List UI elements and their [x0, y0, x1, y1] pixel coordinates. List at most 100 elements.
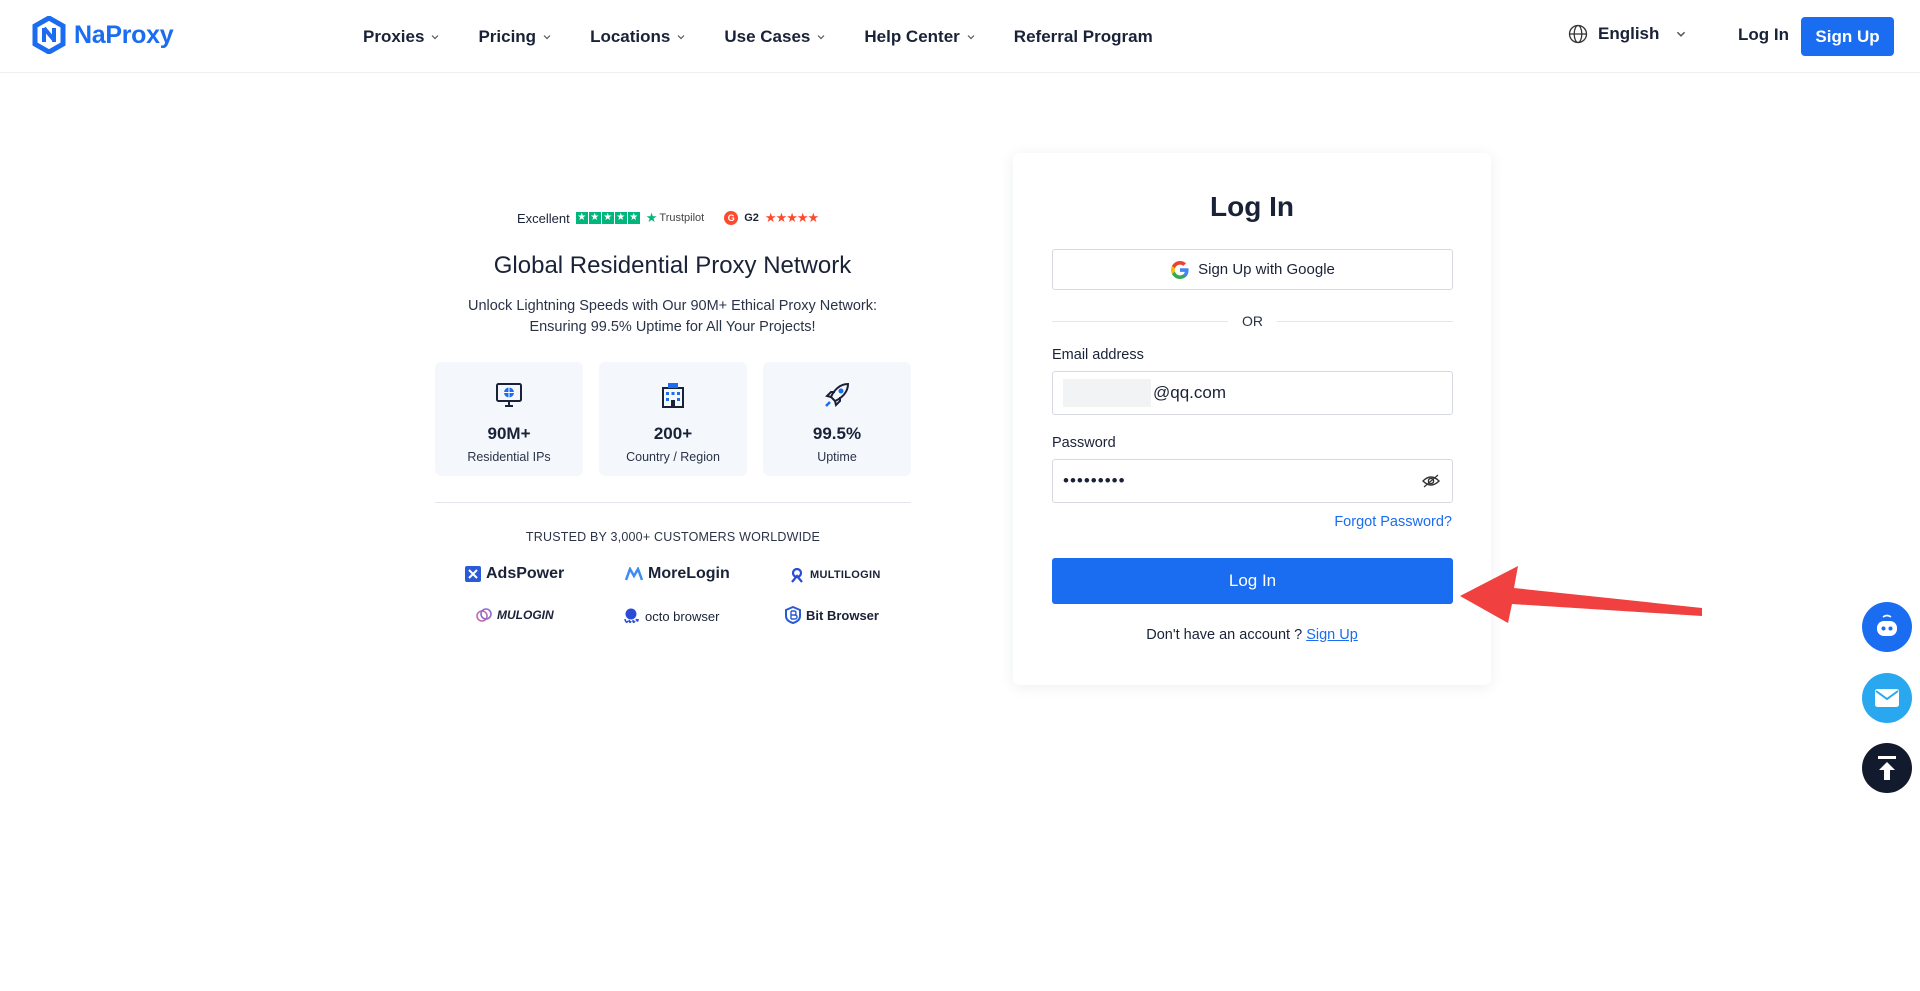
- chevron-down-icon: [432, 34, 439, 39]
- naproxy-logo-icon: [32, 16, 66, 54]
- partner-name: octo browser: [645, 608, 720, 624]
- stat-label: Country / Region: [626, 450, 720, 464]
- forgot-password-link[interactable]: Forgot Password?: [1334, 514, 1452, 530]
- stat-label: Residential IPs: [467, 450, 551, 464]
- email-label: Email address: [1052, 347, 1144, 363]
- nav-label: Pricing: [478, 26, 537, 46]
- partner-name: MoreLogin: [648, 565, 730, 582]
- nav-label: Locations: [590, 26, 671, 46]
- promo-subtitle: Unlock Lightning Speeds with Our 90M+ Et…: [435, 296, 910, 338]
- chevron-down-icon: [1677, 31, 1686, 37]
- ratings-bar: Excellent ★ ★ ★ ★ ★ ★ Trustpilot G G2 ★★…: [517, 210, 819, 226]
- chatbot-button[interactable]: [1862, 602, 1912, 652]
- multilogin-logo-icon: [791, 567, 803, 583]
- partner-logo-octo-browser: octo browser: [622, 607, 719, 625]
- star-icon: ★: [575, 212, 588, 224]
- no-account-text: Don't have an account ?: [1146, 627, 1303, 643]
- header-signup-button[interactable]: Sign Up: [1801, 17, 1894, 56]
- password-input[interactable]: •••••••••: [1052, 459, 1453, 503]
- partner-name: MULOGIN: [497, 608, 554, 622]
- top-header: NaProxy Proxies Pricing Locations Use Ca…: [0, 0, 1920, 73]
- building-icon: [662, 383, 684, 408]
- separator-line: [1052, 320, 1228, 322]
- stat-value: 90M+: [487, 424, 531, 443]
- annotation-arrow-icon: [1460, 566, 1702, 623]
- monitor-globe-icon: [496, 383, 522, 407]
- morelogin-logo-icon: [625, 567, 643, 581]
- nav-label: Help Center: [864, 26, 960, 46]
- partner-name: MULTILOGIN: [810, 569, 881, 581]
- trustpilot-brand-label: Trustpilot: [659, 212, 705, 224]
- nav-label: Referral Program: [1013, 26, 1153, 46]
- globe-icon: [1568, 24, 1588, 44]
- star-icon: ★: [601, 212, 614, 224]
- password-value: •••••••••: [1063, 471, 1126, 490]
- g2-stars: ★★★★★: [764, 210, 819, 225]
- no-account-row: Don't have an account ? Sign Up: [1013, 627, 1491, 643]
- trustpilot-rating-word: Excellent: [517, 210, 570, 226]
- google-signup-label: Sign Up with Google: [1198, 261, 1335, 278]
- trusted-by-text: TRUSTED BY 3,000+ CUSTOMERS WORLDWIDE: [525, 530, 821, 544]
- adspower-logo-icon: [465, 566, 481, 582]
- chevron-down-icon: [967, 34, 975, 39]
- partner-logo-mulogin: MULOGIN: [476, 607, 554, 623]
- or-text: OR: [1242, 313, 1263, 329]
- promo-subtitle-line: Ensuring 99.5% Uptime for All Your Proje…: [529, 319, 816, 335]
- nav-label: Use Cases: [724, 26, 811, 46]
- show-password-eye-icon[interactable]: [1422, 473, 1440, 489]
- google-signup-button[interactable]: Sign Up with Google: [1052, 249, 1453, 290]
- trustpilot-brand: ★ Trustpilot: [646, 210, 704, 226]
- stat-label: Uptime: [817, 450, 857, 464]
- g2-logo-icon: G: [724, 211, 739, 225]
- stat-value: 200+: [653, 424, 693, 443]
- g2-label: G2: [744, 212, 759, 224]
- back-to-top-button[interactable]: [1862, 743, 1912, 793]
- email-input[interactable]: @qq.com: [1052, 371, 1453, 415]
- rocket-icon: [825, 382, 850, 407]
- arrow-up-icon: [1878, 756, 1896, 780]
- google-logo-icon: [1171, 260, 1189, 279]
- chevron-down-icon: [543, 34, 551, 39]
- login-submit-button[interactable]: Log In: [1052, 558, 1453, 604]
- bit-browser-logo-icon: [785, 606, 801, 624]
- brand-logo[interactable]: NaProxy: [32, 16, 174, 54]
- login-title: Log In: [1210, 191, 1294, 222]
- separator-line: [1277, 320, 1453, 322]
- nav-use-cases[interactable]: Use Cases: [724, 27, 826, 47]
- promo-subtitle-line: Unlock Lightning Speeds with Our 90M+ Et…: [467, 298, 877, 314]
- star-icon: ★: [588, 212, 601, 224]
- nav-locations[interactable]: Locations: [590, 27, 686, 47]
- star-icon: ★: [614, 212, 627, 224]
- mulogin-logo-icon: [476, 608, 492, 622]
- chevron-down-icon: [817, 34, 825, 39]
- password-label: Password: [1052, 435, 1116, 451]
- robot-icon: [1877, 614, 1897, 636]
- language-selector[interactable]: English: [1568, 24, 1687, 44]
- email-value: @qq.com: [1153, 383, 1227, 402]
- login-card: Log In Sign Up with Google OR Email addr…: [1013, 153, 1491, 685]
- chevron-down-icon: [677, 34, 685, 39]
- partner-logo-morelogin: MoreLogin: [625, 565, 730, 583]
- nav-referral-program[interactable]: Referral Program: [1014, 27, 1153, 47]
- signup-link[interactable]: Sign Up: [1306, 627, 1358, 643]
- nav-label: Proxies: [363, 26, 425, 46]
- stat-card-residential-ips: 90M+ Residential IPs: [435, 362, 583, 476]
- partner-logo-multilogin: MULTILOGIN: [789, 567, 881, 583]
- brand-name: NaProxy: [74, 20, 174, 49]
- stat-card-uptime: 99.5% Uptime: [763, 362, 911, 476]
- octo-browser-logo-icon: [624, 608, 639, 624]
- partner-logo-bit-browser: Bit Browser: [785, 606, 879, 624]
- partner-name: AdsPower: [486, 565, 565, 582]
- nav-help-center[interactable]: Help Center: [864, 27, 975, 47]
- promo-title: Global Residential Proxy Network: [493, 252, 852, 279]
- header-login-link[interactable]: Log In: [1738, 25, 1789, 45]
- nav-proxies[interactable]: Proxies: [363, 27, 440, 47]
- mail-icon: [1875, 689, 1899, 707]
- partner-name: Bit Browser: [806, 607, 879, 623]
- star-icon: ★: [627, 212, 640, 224]
- email-redacted-portion: [1063, 379, 1151, 407]
- trustpilot-star-icon: ★: [645, 210, 658, 225]
- nav-pricing[interactable]: Pricing: [478, 27, 552, 47]
- email-contact-button[interactable]: [1862, 673, 1912, 723]
- or-separator: OR: [1052, 311, 1453, 331]
